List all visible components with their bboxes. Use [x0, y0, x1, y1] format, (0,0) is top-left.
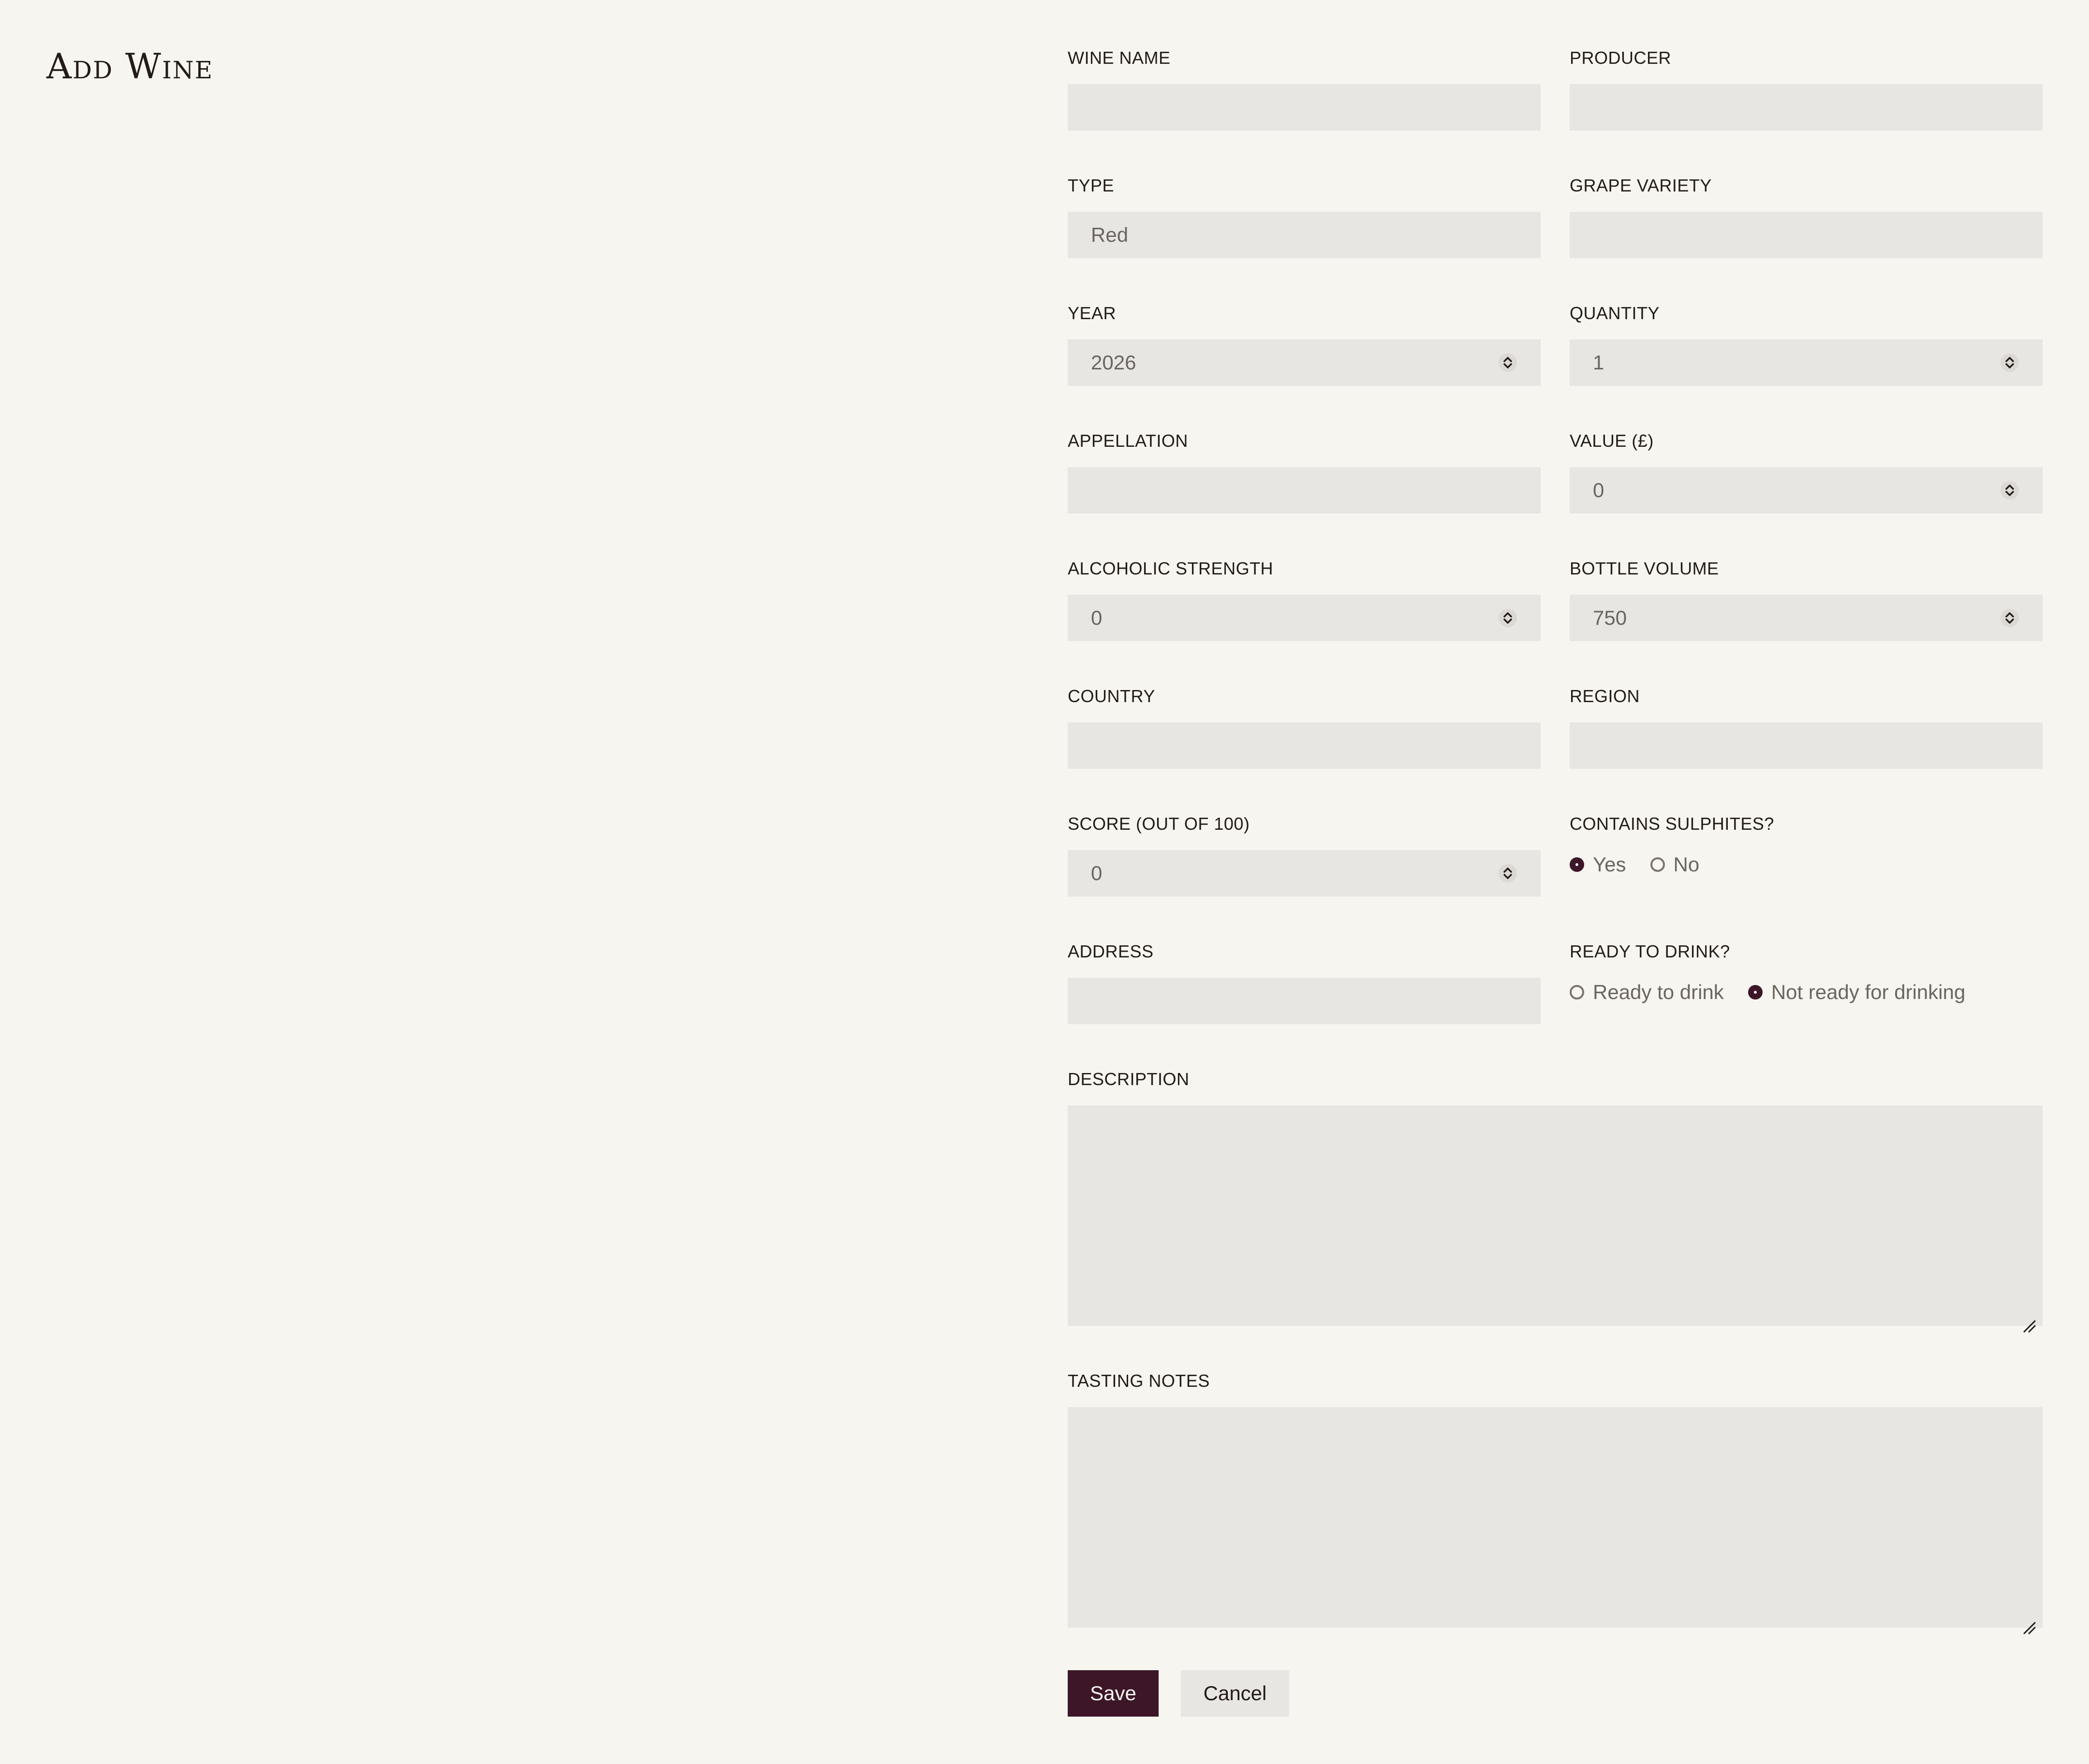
- type-select[interactable]: Red: [1068, 212, 1541, 258]
- producer-input[interactable]: [1570, 84, 2043, 131]
- sulphites-yes-radio[interactable]: Yes: [1570, 853, 1626, 876]
- sulphites-no-label: No: [1673, 853, 1700, 876]
- stepper-updown-icon[interactable]: [1498, 608, 1517, 628]
- address-input[interactable]: [1068, 978, 1541, 1024]
- score-field: SCORE (OUT OF 100) 0: [1068, 809, 1541, 897]
- address-label: ADDRESS: [1068, 941, 1154, 961]
- score-value: 0: [1091, 862, 1103, 884]
- value-label: VALUE (£): [1570, 431, 1654, 451]
- stepper-updown-icon[interactable]: [1498, 353, 1517, 372]
- contains-sulphites-label: CONTAINS SULPHITES?: [1570, 814, 1774, 834]
- appellation-label: APPELLATION: [1068, 431, 1188, 451]
- grape-variety-field: GRAPE VARIETY: [1570, 171, 2043, 258]
- region-field: REGION: [1570, 682, 2043, 769]
- save-button[interactable]: Save: [1068, 1670, 1159, 1717]
- grape-variety-label: GRAPE VARIETY: [1570, 176, 1712, 195]
- quantity-number-input[interactable]: 1: [1570, 339, 2043, 386]
- value-value: 0: [1593, 479, 1604, 501]
- resize-handle-icon[interactable]: [2020, 1317, 2036, 1333]
- alcoholic-strength-label: ALCOHOLIC STRENGTH: [1068, 559, 1274, 578]
- alcoholic-strength-value: 0: [1091, 606, 1103, 629]
- region-input[interactable]: [1570, 722, 2043, 769]
- wine-name-label: WINE NAME: [1068, 48, 1171, 68]
- cancel-button[interactable]: Cancel: [1181, 1670, 1289, 1717]
- type-label: TYPE: [1068, 176, 1115, 195]
- value-field: VALUE (£) 0: [1570, 426, 2043, 514]
- producer-label: PRODUCER: [1570, 48, 1672, 68]
- year-value: 2026: [1091, 351, 1136, 374]
- year-label: YEAR: [1068, 303, 1117, 323]
- ready-to-drink-radio-group: Ready to drink Not ready for drinking: [1570, 978, 1989, 1007]
- type-field: TYPE Red: [1068, 171, 1541, 258]
- alcoholic-strength-number-input[interactable]: 0: [1068, 595, 1541, 641]
- radio-unselected-icon: [1570, 985, 1584, 1000]
- stepper-updown-icon[interactable]: [2000, 608, 2019, 628]
- stepper-updown-icon[interactable]: [2000, 481, 2019, 500]
- country-input[interactable]: [1068, 722, 1541, 769]
- page-title: Add Wine: [46, 46, 214, 87]
- address-field: ADDRESS: [1068, 937, 1541, 1024]
- contains-sulphites-radio-group: Yes No: [1570, 850, 1723, 879]
- radio-selected-icon: [1570, 857, 1584, 872]
- resize-handle-icon[interactable]: [2020, 1619, 2036, 1634]
- sulphites-yes-label: Yes: [1593, 853, 1626, 876]
- ready-to-drink-label: READY TO DRINK?: [1570, 941, 1730, 961]
- contains-sulphites-field: CONTAINS SULPHITES? Yes No: [1570, 809, 2043, 876]
- score-label: SCORE (OUT OF 100): [1068, 814, 1250, 834]
- bottle-volume-value: 750: [1593, 606, 1627, 629]
- tasting-notes-field: TASTING NOTES: [1068, 1367, 2043, 1634]
- tasting-notes-textarea[interactable]: [1068, 1407, 2043, 1628]
- description-textarea[interactable]: [1068, 1105, 2043, 1326]
- bottle-volume-label: BOTTLE VOLUME: [1570, 559, 1719, 578]
- stepper-updown-icon[interactable]: [2000, 353, 2019, 372]
- wine-name-input[interactable]: [1068, 84, 1541, 131]
- radio-selected-icon: [1748, 985, 1763, 1000]
- appellation-field: APPELLATION: [1068, 426, 1541, 514]
- description-field: DESCRIPTION: [1068, 1065, 2043, 1333]
- sulphites-no-radio[interactable]: No: [1650, 853, 1700, 876]
- add-wine-page: Add Wine WINE NAME PRODUCER TYPE Red GRA…: [0, 0, 2089, 1764]
- score-number-input[interactable]: 0: [1068, 850, 1541, 897]
- appellation-input[interactable]: [1068, 467, 1541, 514]
- not-ready-option-label: Not ready for drinking: [1771, 981, 1966, 1003]
- region-label: REGION: [1570, 686, 1640, 706]
- not-ready-radio[interactable]: Not ready for drinking: [1748, 981, 1966, 1004]
- producer-field: PRODUCER: [1570, 44, 2043, 131]
- quantity-field: QUANTITY 1: [1570, 299, 2043, 386]
- value-number-input[interactable]: 0: [1570, 467, 2043, 514]
- stepper-updown-icon[interactable]: [1498, 864, 1517, 883]
- ready-to-drink-option-label: Ready to drink: [1593, 981, 1724, 1003]
- description-label: DESCRIPTION: [1068, 1069, 1190, 1089]
- year-field: YEAR 2026: [1068, 299, 1541, 386]
- ready-to-drink-radio[interactable]: Ready to drink: [1570, 981, 1724, 1004]
- radio-unselected-icon: [1650, 857, 1665, 872]
- ready-to-drink-field: READY TO DRINK? Ready to drink Not ready…: [1570, 937, 2043, 1003]
- alcoholic-strength-field: ALCOHOLIC STRENGTH 0: [1068, 554, 1541, 641]
- country-field: COUNTRY: [1068, 682, 1541, 769]
- wine-name-field: WINE NAME: [1068, 44, 1541, 131]
- country-label: COUNTRY: [1068, 686, 1155, 706]
- bottle-volume-field: BOTTLE VOLUME 750: [1570, 554, 2043, 641]
- quantity-label: QUANTITY: [1570, 303, 1660, 323]
- year-number-input[interactable]: 2026: [1068, 339, 1541, 386]
- bottle-volume-number-input[interactable]: 750: [1570, 595, 2043, 641]
- tasting-notes-label: TASTING NOTES: [1068, 1371, 1210, 1391]
- grape-variety-input[interactable]: [1570, 212, 2043, 258]
- quantity-value: 1: [1593, 351, 1604, 374]
